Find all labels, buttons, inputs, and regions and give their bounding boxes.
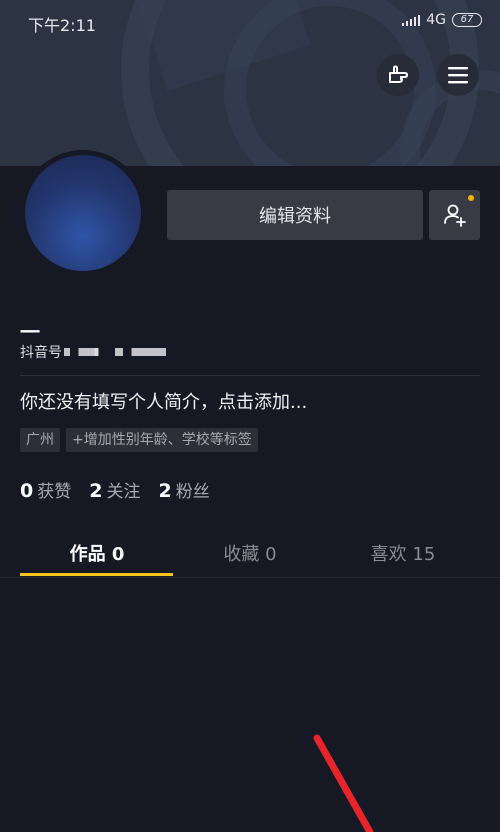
douyin-id[interactable]: 抖音号 <box>20 342 166 362</box>
status-indicators: 4G 67 <box>402 12 482 28</box>
hamburger-menu-icon <box>448 67 468 84</box>
douyin-id-redacted <box>64 348 166 356</box>
avatar-image <box>25 155 141 271</box>
stat-following-label: 关注 <box>106 482 141 502</box>
tab-likes[interactable]: 喜欢 15 <box>323 540 483 566</box>
tag-location[interactable]: 广州 <box>20 428 60 452</box>
stat-likes[interactable]: 0 获赞 <box>20 477 71 502</box>
tab-works[interactable]: 作品 0 <box>17 540 177 566</box>
hand-button[interactable] <box>377 54 419 96</box>
status-time: 下午2:11 <box>28 16 96 35</box>
pointing-hand-icon <box>389 65 408 83</box>
add-friend-icon <box>443 204 466 227</box>
stat-followers[interactable]: 2 粉丝 <box>158 477 209 502</box>
divider <box>20 375 480 376</box>
network-type: 4G <box>426 12 446 28</box>
profile-tags: 广州 +增加性别年龄、学校等标签 <box>20 428 258 452</box>
notification-dot <box>468 195 474 201</box>
stat-followers-label: 粉丝 <box>175 482 210 502</box>
status-bar: 下午2:11 4G 67 <box>0 0 500 44</box>
profile-stats: 0 获赞 2 关注 2 粉丝 <box>20 477 210 502</box>
annotation-arrow-icon <box>313 734 374 832</box>
active-tab-indicator <box>20 573 173 576</box>
signal-icon <box>402 14 421 26</box>
add-friend-button[interactable] <box>429 190 480 240</box>
stat-followers-value: 2 <box>158 480 172 502</box>
stat-following-value: 2 <box>89 480 103 502</box>
menu-button[interactable] <box>437 54 479 96</box>
bio-prompt[interactable]: 你还没有填写个人简介，点击添加... <box>20 388 307 414</box>
stat-likes-value: 0 <box>20 480 34 502</box>
avatar[interactable] <box>20 150 146 276</box>
stat-following[interactable]: 2 关注 <box>89 477 140 502</box>
douyin-id-label: 抖音号 <box>20 345 62 361</box>
tab-favorites[interactable]: 收藏 0 <box>170 540 330 566</box>
stat-likes-label: 获赞 <box>37 482 72 502</box>
tag-add-info[interactable]: +增加性别年龄、学校等标签 <box>66 428 258 452</box>
content-tabs: 作品 0 收藏 0 喜欢 15 <box>0 530 500 576</box>
edit-profile-button[interactable]: 编辑资料 <box>167 190 423 240</box>
nickname: 一 <box>20 320 41 344</box>
battery-icon: 67 <box>452 13 482 27</box>
tabs-divider <box>0 577 500 578</box>
